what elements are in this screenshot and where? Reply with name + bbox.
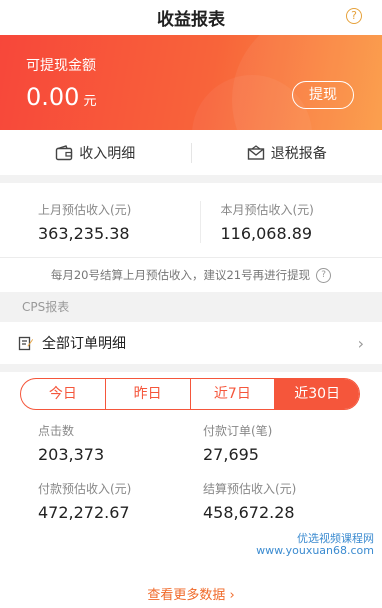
balance-banner: 可提现金额 0.00 元 提现 — [0, 35, 382, 130]
balance-label: 可提现金额 — [26, 55, 96, 75]
income-detail-label: 收入明细 — [79, 143, 135, 163]
last-month-stat: 上月预估收入(元) 363,235.38 — [0, 201, 200, 243]
balance-unit: 元 — [83, 94, 96, 109]
clicks-label: 点击数 — [38, 422, 193, 439]
envelope-icon — [247, 145, 265, 161]
this-month-stat: 本月预估收入(元) 116,068.89 — [200, 201, 382, 243]
edit-document-icon — [18, 335, 34, 351]
view-more-label: 查看更多数据 — [147, 588, 225, 603]
this-month-value: 116,068.89 — [221, 224, 382, 243]
tax-refund-label: 退税报备 — [271, 143, 327, 163]
date-range-tabs: 今日 昨日 近7日 近30日 — [20, 378, 360, 410]
action-bar: 收入明细 退税报备 — [0, 130, 382, 175]
settlement-notice: 每月20号结算上月预估收入，建议21号再进行提现 ? — [0, 257, 382, 292]
chevron-right-icon: › — [229, 588, 234, 603]
withdraw-button[interactable]: 提现 — [292, 81, 354, 109]
paid-income-label: 付款预估收入(元) — [38, 480, 193, 497]
page-title: 收益报表 — [157, 5, 225, 30]
balance-amount: 0.00 元 — [26, 83, 96, 111]
clicks-value: 203,373 — [38, 445, 193, 464]
last-month-label: 上月预估收入(元) — [38, 201, 200, 218]
cps-section-label: CPS报表 — [0, 292, 382, 322]
cps-report-panel: 今日 昨日 近7日 近30日 点击数 203,373 付款订单(笔) 27,69… — [0, 372, 382, 608]
question-circle-icon[interactable]: ? — [316, 268, 331, 283]
tax-refund-button[interactable]: 退税报备 — [192, 143, 382, 163]
metrics-grid: 点击数 203,373 付款订单(笔) 27,695 付款预估收入(元) 472… — [38, 422, 358, 538]
tab-7-days[interactable]: 近7日 — [190, 379, 275, 409]
all-orders-label: 全部订单明细 — [42, 333, 358, 353]
chevron-right-icon: › — [358, 334, 364, 353]
balance-amount-value: 0.00 — [26, 83, 79, 111]
settle-income-metric: 结算预估收入(元) 458,672.28 — [193, 480, 358, 522]
notice-text: 每月20号结算上月预估收入，建议21号再进行提现 — [51, 267, 310, 283]
paid-income-metric: 付款预估收入(元) 472,272.67 — [38, 480, 193, 522]
view-more-link[interactable]: 查看更多数据 › — [0, 584, 382, 603]
income-detail-button[interactable]: 收入明细 — [0, 143, 191, 163]
watermark-line-2: www.youxuan68.com — [256, 544, 374, 557]
wallet-icon — [55, 145, 73, 161]
paid-income-value: 472,272.67 — [38, 503, 193, 522]
clicks-metric: 点击数 203,373 — [38, 422, 193, 464]
question-circle-icon[interactable]: ? — [346, 8, 362, 24]
paid-orders-metric: 付款订单(笔) 27,695 — [193, 422, 358, 464]
all-orders-row[interactable]: 全部订单明细 › — [0, 322, 382, 364]
tab-yesterday[interactable]: 昨日 — [105, 379, 190, 409]
paid-orders-value: 27,695 — [203, 445, 358, 464]
monthly-stats: 上月预估收入(元) 363,235.38 本月预估收入(元) 116,068.8… — [0, 183, 382, 257]
paid-orders-label: 付款订单(笔) — [203, 422, 358, 439]
tab-30-days[interactable]: 近30日 — [274, 379, 359, 409]
last-month-value: 363,235.38 — [38, 224, 200, 243]
settle-income-label: 结算预估收入(元) — [203, 480, 358, 497]
tab-today[interactable]: 今日 — [21, 379, 105, 409]
this-month-label: 本月预估收入(元) — [221, 201, 382, 218]
top-bar: 收益报表 ? — [0, 0, 382, 35]
settle-income-value: 458,672.28 — [203, 503, 358, 522]
